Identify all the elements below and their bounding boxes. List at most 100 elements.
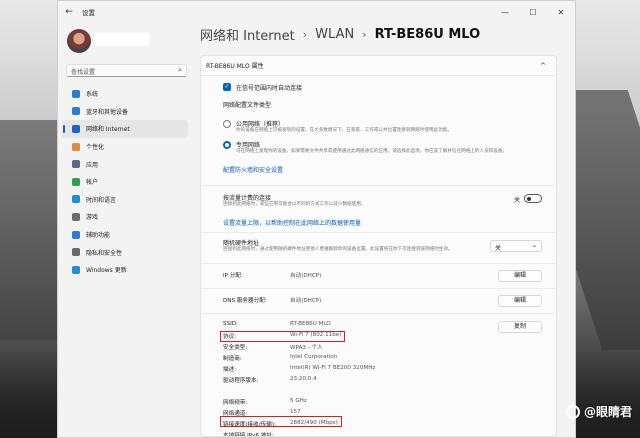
properties-panel: RT-BE86U MLO 属性 ^ ✓ 在信号范围内时自动连接 网络配置文件类型… — [200, 55, 557, 437]
accessibility-icon — [72, 230, 80, 239]
random-mac-title: 随机硬件地址 — [223, 240, 260, 247]
sidebar-item[interactable]: 网络和 Internet — [62, 120, 188, 138]
random-mac-value: 关 — [495, 245, 502, 252]
update-icon — [72, 265, 80, 274]
random-mac-dropdown[interactable]: 关 ⌄ — [490, 240, 542, 252]
sidebar-item-label: Windows 更新 — [86, 267, 127, 275]
ip-value: 自动(DHCP) — [290, 273, 322, 279]
username-redacted — [94, 33, 149, 46]
random-mac-desc: 连接到此网络时，通过使用随机硬件地址使他人更难跟踪你的设备位置。此设置将在你下次… — [223, 247, 453, 252]
property-key: SSID: — [223, 321, 238, 327]
private-network-option[interactable]: 专用网络 可在网络上发现你的设备，如果需要文件共享或使用通过此网络通信的应用，请… — [223, 140, 534, 155]
sidebar: 查找设置 ⌕ 系统蓝牙和其他设备网络和 Internet 个性化应用帐户时间和语言… — [58, 23, 191, 437]
search-icon: ⌕ — [178, 66, 182, 74]
public-network-option[interactable]: 公用网络（推荐） 你的设备在网络上可被发现的设置，在大多数情况下，在家庭、工作或… — [223, 119, 534, 134]
copy-button[interactable]: 复制 — [498, 321, 542, 333]
sidebar-item-label: 时间和语言 — [86, 196, 117, 204]
game-icon — [72, 212, 80, 221]
main-content: 网络和 Internet › WLAN › RT-BE86U MLO RT-BE… — [198, 23, 575, 437]
sidebar-item[interactable]: 游戏 — [62, 208, 188, 226]
sidebar-item-label: 游戏 — [86, 214, 99, 222]
data-limit-link[interactable]: 设置流量上限，以帮助控制在此网络上的数据使用量 — [223, 218, 534, 227]
public-desc: 你的设备在网络上可被发现的设置，在大多数情况下，在家庭、工作或公共位置连接到网络… — [236, 128, 452, 133]
chevron-down-icon: ⌄ — [531, 242, 537, 249]
ip-edit-button[interactable]: 编辑 — [498, 270, 542, 282]
globe-icon — [72, 195, 80, 204]
sidebar-item-label: 个性化 — [86, 144, 105, 152]
maximize-icon[interactable]: ☐ — [519, 8, 547, 17]
sidebar-item-label: 应用 — [86, 161, 99, 169]
title-bar: ← 设置 — ☐ ✕ — [58, 1, 575, 23]
watermark-text: @眼睛君 — [583, 405, 632, 419]
close-icon[interactable]: ✕ — [547, 8, 575, 17]
sidebar-item[interactable]: 系统 — [62, 85, 188, 103]
sidebar-item-label: 蓝牙和其他设备 — [86, 108, 129, 116]
breadcrumb: 网络和 Internet › WLAN › RT-BE86U MLO — [200, 25, 480, 44]
property-value: WPA3 - 个人 — [290, 345, 323, 351]
breadcrumb-separator: › — [302, 28, 308, 41]
apps-icon — [72, 160, 80, 169]
account-icon — [72, 177, 80, 186]
profile-type-title: 网络配置文件类型 — [223, 102, 272, 109]
watermark-logo-icon — [565, 404, 580, 419]
breadcrumb-wlan[interactable]: WLAN — [315, 27, 354, 42]
breadcrumb-network[interactable]: 网络和 Internet — [200, 25, 295, 44]
app-title: 设置 — [82, 9, 95, 17]
sidebar-item[interactable]: 帐户 — [62, 173, 188, 191]
shield-icon — [72, 248, 80, 257]
sidebar-item-label: 隐私和安全性 — [86, 249, 123, 257]
private-desc: 可在网络上发现你的设备，如果需要文件共享或使用通过此网络通信的应用，请选择此选项… — [236, 149, 508, 154]
metered-state: 关 — [513, 197, 520, 204]
chevron-up-icon[interactable]: ^ — [540, 62, 546, 70]
avatar[interactable] — [67, 29, 91, 53]
breadcrumb-separator: › — [362, 28, 367, 41]
search-input[interactable]: 查找设置 ⌕ — [66, 64, 187, 77]
sidebar-item[interactable]: 应用 — [62, 155, 188, 173]
sidebar-item[interactable]: 隐私和安全性 — [62, 243, 188, 261]
wifi-icon — [72, 124, 80, 133]
sidebar-item[interactable]: 辅助功能 — [62, 226, 188, 244]
system-icon — [72, 89, 80, 98]
minimize-icon[interactable]: — — [491, 8, 519, 17]
auto-connect-label: 在信号范围内时自动连接 — [236, 84, 303, 92]
sidebar-item[interactable]: Windows 更新 — [62, 261, 188, 279]
public-radio[interactable] — [223, 120, 231, 128]
property-key: 本地链接 IPv6 地址: — [223, 433, 274, 437]
link-speed-highlight — [220, 416, 342, 427]
property-value: 157 — [290, 409, 301, 415]
dns-edit-button[interactable]: 编辑 — [498, 295, 542, 307]
property-value: 23.20.0.4 — [290, 376, 317, 382]
search-placeholder: 查找设置 — [71, 69, 96, 76]
firewall-link[interactable]: 配置防火墙和安全设置 — [223, 165, 534, 174]
back-arrow-icon[interactable]: ← — [58, 7, 80, 17]
sidebar-item[interactable]: 蓝牙和其他设备 — [62, 103, 188, 121]
property-value: RT-BE86U MLO — [290, 321, 331, 327]
sidebar-item-label: 帐户 — [86, 179, 99, 187]
sidebar-item-label: 系统 — [86, 91, 99, 99]
page-title: RT-BE86U MLO — [374, 27, 481, 42]
property-key: 安全类型: — [223, 345, 248, 351]
property-key: 描述: — [223, 367, 237, 373]
nav-list: 系统蓝牙和其他设备网络和 Internet 个性化应用帐户时间和语言游戏辅助功能隐… — [62, 85, 188, 279]
sidebar-item[interactable]: 个性化 — [62, 138, 188, 156]
panel-header[interactable]: RT-BE86U MLO 属性 ^ — [201, 56, 556, 76]
metered-desc: 连接到此网络时，某些应用可能会以不同的方式工作以减少数据使用。 — [223, 202, 366, 207]
auto-connect-checkbox[interactable]: ✓ — [223, 83, 231, 91]
dns-label: DNS 服务器分配: — [223, 298, 267, 304]
public-label: 公用网络（推荐） — [236, 121, 285, 128]
metered-title: 按流量计费的连接 — [223, 195, 272, 202]
property-value: 5 GHz — [290, 398, 307, 404]
dns-value: 自动(DHCP) — [290, 298, 322, 304]
panel-title: RT-BE86U MLO 属性 — [206, 63, 264, 70]
private-radio[interactable] — [223, 141, 231, 149]
sidebar-item[interactable]: 时间和语言 — [62, 191, 188, 209]
property-value: Intel Corporation — [290, 354, 338, 360]
ip-label: IP 分配: — [223, 273, 243, 279]
property-key: 制造商: — [223, 356, 242, 362]
metered-toggle[interactable] — [524, 194, 542, 203]
private-label: 专用网络 — [236, 142, 261, 149]
property-value: Intel(R) Wi-Fi 7 BE200 320MHz — [290, 365, 376, 371]
watermark: @眼睛君 — [565, 403, 632, 420]
property-key: 驱动程序版本: — [223, 378, 259, 384]
protocol-highlight — [220, 331, 345, 342]
